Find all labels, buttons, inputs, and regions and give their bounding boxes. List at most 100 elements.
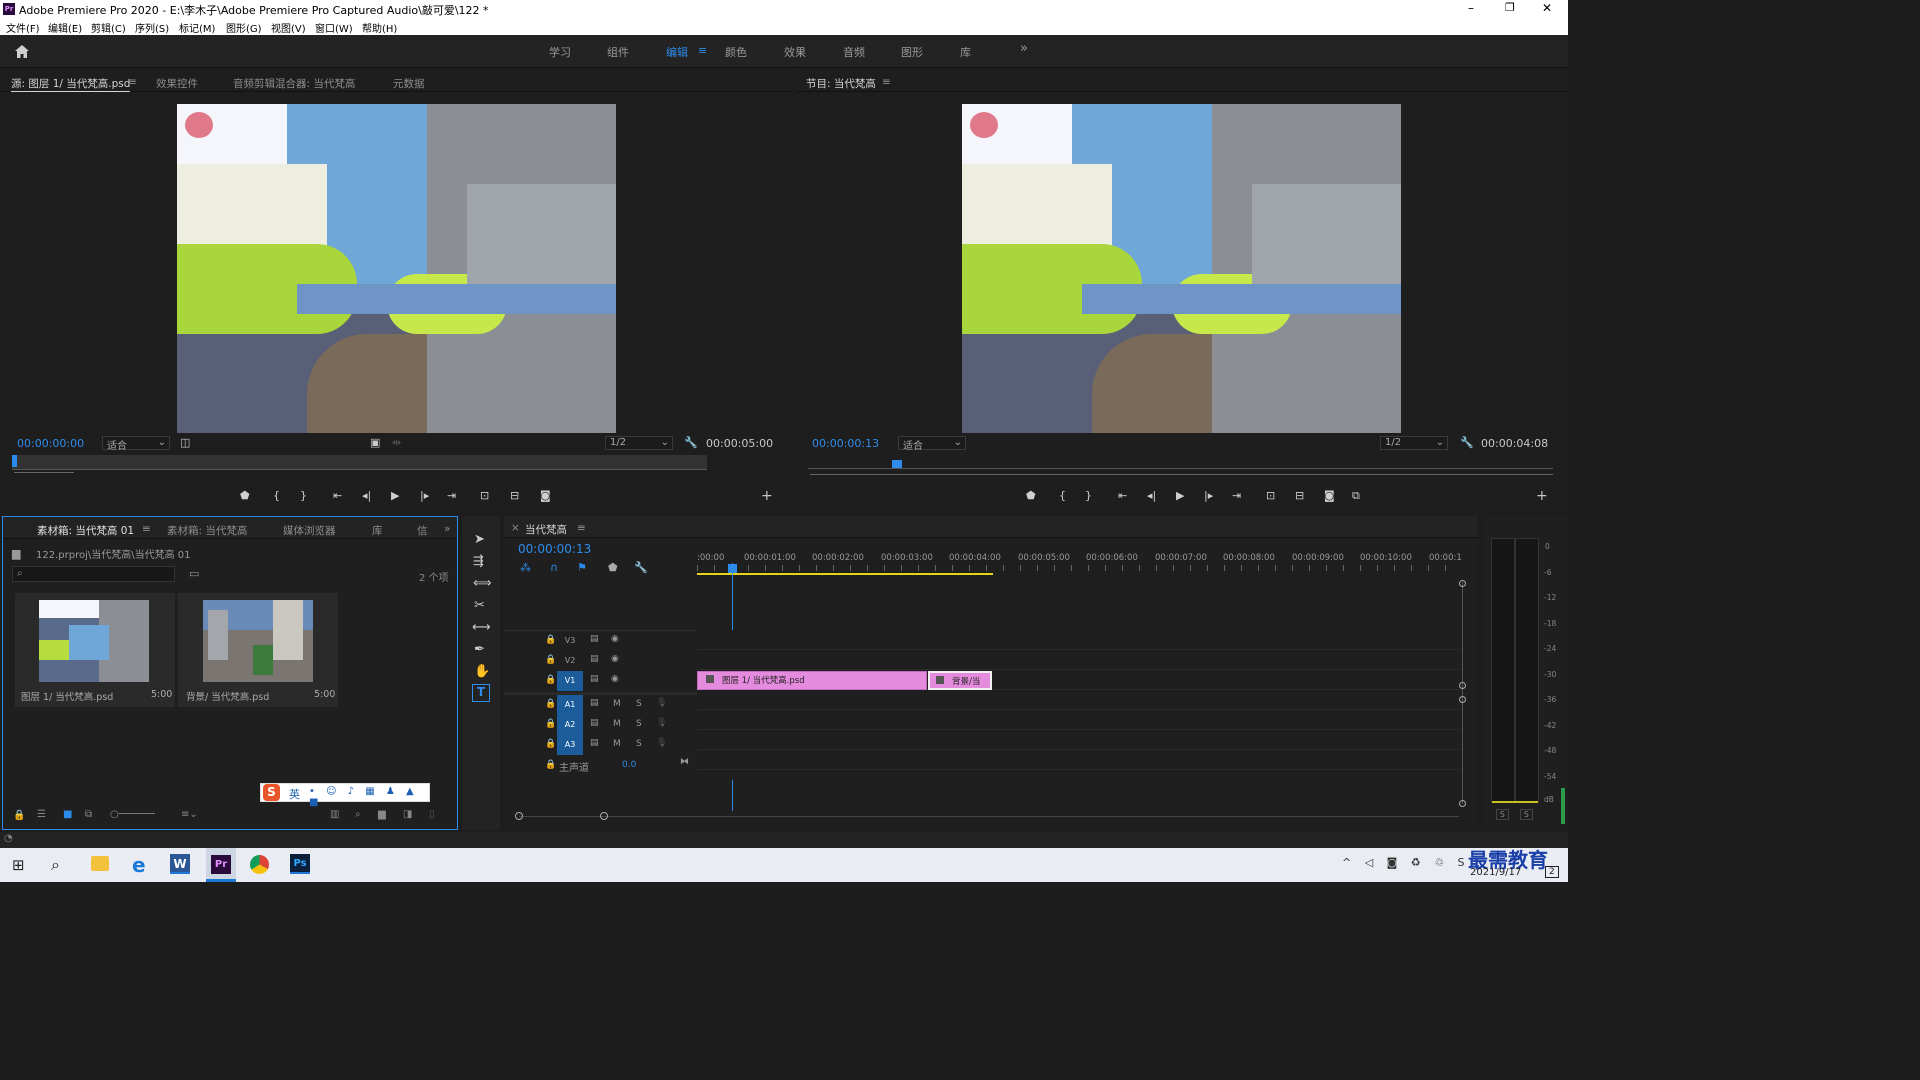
- tab-libraries[interactable]: 库: [372, 523, 383, 538]
- file-explorer-icon[interactable]: [91, 856, 109, 871]
- source-time-ruler[interactable]: [12, 455, 707, 470]
- step-back-icon[interactable]: ◂|: [362, 489, 371, 502]
- tab-sequence-menu-icon[interactable]: ≡: [577, 522, 586, 534]
- workspace-menu-icon[interactable]: ≡: [698, 44, 707, 57]
- menu-clip[interactable]: 剪辑(C): [91, 20, 126, 35]
- eye-icon[interactable]: ◉: [611, 634, 619, 644]
- icon-view-icon[interactable]: ■: [63, 809, 72, 820]
- close-button[interactable]: ✕: [1542, 1, 1552, 15]
- freeform-view-icon[interactable]: ⧉: [85, 809, 92, 820]
- scroll-handle[interactable]: [1459, 682, 1466, 689]
- tab-bin-01[interactable]: 素材箱: 当代梵高 01: [37, 523, 134, 538]
- timeline-clip[interactable]: 图层 1/ 当代梵高.psd: [697, 671, 927, 690]
- track-v3[interactable]: 🔒 V3 ▤ ◉: [504, 631, 696, 651]
- solo-button[interactable]: S: [636, 739, 642, 749]
- menu-file[interactable]: 文件(F): [6, 20, 40, 35]
- timeline-clip[interactable]: 背景/当: [928, 671, 992, 690]
- taskbar-date[interactable]: 2021/9/17: [1470, 867, 1521, 878]
- wrench-icon[interactable]: 🔧: [1460, 436, 1474, 449]
- mark-out-icon[interactable]: }: [1085, 489, 1092, 502]
- lock-icon[interactable]: 🔒: [545, 739, 556, 749]
- eye-icon[interactable]: ◉: [611, 654, 619, 664]
- tab-bin-menu-icon[interactable]: ≡: [142, 523, 151, 535]
- media-item[interactable]: 背景/ 当代梵高.psd 5:00: [178, 593, 338, 707]
- overwrite-icon[interactable]: ⊟: [510, 489, 519, 502]
- mark-in-icon[interactable]: {: [1059, 489, 1066, 502]
- track-label[interactable]: A3: [557, 735, 583, 755]
- track-label[interactable]: A1: [557, 695, 583, 715]
- lock-icon[interactable]: 🔒: [545, 655, 556, 665]
- program-zoom-scrollbar[interactable]: [810, 474, 1553, 482]
- scroll-handle[interactable]: [1459, 696, 1466, 703]
- scroll-handle[interactable]: [1459, 580, 1466, 587]
- mute-button[interactable]: M: [613, 719, 621, 729]
- program-fit-dropdown[interactable]: 适合 ⌄: [898, 436, 966, 452]
- bin-search-input[interactable]: ⌕: [12, 566, 175, 582]
- sync-icon[interactable]: ▤: [590, 718, 599, 728]
- workspace-more[interactable]: »: [1020, 41, 1028, 56]
- menu-view[interactable]: 视图(V): [271, 20, 306, 35]
- tab-source[interactable]: 源: 图层 1/ 当代梵高.psd: [11, 76, 131, 92]
- go-to-out-icon[interactable]: ⇥: [447, 489, 456, 502]
- tab-media-browser[interactable]: 媒体浏览器: [283, 523, 336, 538]
- lift-icon[interactable]: ⊡: [1266, 489, 1275, 502]
- program-playhead[interactable]: [892, 460, 902, 468]
- go-to-in-icon[interactable]: ⇤: [333, 489, 342, 502]
- sync-icon[interactable]: ▤: [590, 674, 599, 684]
- track-label[interactable]: A2: [557, 715, 583, 735]
- edge-icon[interactable]: e: [132, 853, 146, 877]
- tab-sequence[interactable]: 当代梵高: [525, 522, 567, 537]
- mute-button[interactable]: M: [613, 739, 621, 749]
- playhead-handle[interactable]: [728, 564, 737, 573]
- workspace-editing[interactable]: 编辑: [666, 44, 688, 60]
- mute-button[interactable]: M: [613, 699, 621, 709]
- menu-sequence[interactable]: 序列(S): [135, 20, 169, 35]
- meter-scrollbar[interactable]: [1561, 788, 1565, 824]
- insert-icon[interactable]: ⊡: [480, 489, 489, 502]
- source-fit-dropdown[interactable]: 适合 ⌄: [102, 436, 170, 452]
- ime-toolbar[interactable]: S 英 • ☺ ♪ ▦ ♟ ▲ ■: [260, 783, 430, 808]
- zoom-handle-right[interactable]: [600, 812, 608, 820]
- workspace-graphics[interactable]: 图形: [901, 44, 923, 60]
- source-settings-icon[interactable]: ◫: [180, 436, 190, 449]
- vertical-scrollbar[interactable]: [1462, 582, 1463, 804]
- lock-icon[interactable]: 🔒: [545, 675, 556, 685]
- work-area-bar[interactable]: [697, 573, 993, 575]
- track-a3[interactable]: 🔒 A3 ▤ M S 🎙: [504, 735, 696, 755]
- zoom-handle-left[interactable]: [515, 812, 523, 820]
- sync-icon[interactable]: ▤: [590, 698, 599, 708]
- minimize-button[interactable]: –: [1468, 1, 1474, 15]
- lock-icon[interactable]: 🔒: [545, 699, 556, 709]
- track-v1[interactable]: 🔒 V1 ▤ ◉: [504, 671, 696, 691]
- word-icon[interactable]: W: [170, 854, 190, 874]
- tab-bin[interactable]: 素材箱: 当代梵高: [167, 523, 247, 538]
- notification-badge[interactable]: 2: [1545, 866, 1559, 878]
- add-marker-icon[interactable]: ⬟: [240, 489, 250, 502]
- step-forward-icon[interactable]: |▸: [420, 489, 429, 502]
- workspace-assembly[interactable]: 组件: [607, 44, 629, 60]
- tab-source-menu-icon[interactable]: ≡: [128, 76, 137, 88]
- workspace-learn[interactable]: 学习: [549, 44, 571, 60]
- step-back-icon[interactable]: ◂|: [1147, 489, 1156, 502]
- master-pan-icon[interactable]: ⧓: [680, 757, 689, 767]
- export-frame-icon[interactable]: ◙: [540, 489, 551, 502]
- razor-tool-icon[interactable]: ✂: [474, 598, 485, 613]
- track-label[interactable]: V3: [557, 631, 583, 651]
- track-master[interactable]: 🔒 主声道 0.0 ⧓: [504, 756, 696, 776]
- source-playhead[interactable]: [12, 455, 17, 467]
- lock-icon[interactable]: 🔒: [545, 635, 556, 645]
- track-a1[interactable]: 🔒 A1 ▤ M S 🎙: [504, 695, 696, 715]
- menu-edit[interactable]: 编辑(E): [48, 20, 82, 35]
- mark-out-icon[interactable]: }: [300, 489, 307, 502]
- media-item[interactable]: 图层 1/ 当代梵高.psd 5:00: [15, 593, 175, 707]
- snap-icon[interactable]: ∩: [550, 561, 558, 574]
- selection-tool-icon[interactable]: ➤: [474, 532, 485, 547]
- lock-icon[interactable]: 🔒: [13, 810, 25, 821]
- mark-in-icon[interactable]: {: [273, 489, 280, 502]
- go-to-out-icon[interactable]: ⇥: [1232, 489, 1241, 502]
- tab-audio-clip-mixer[interactable]: 音频剪辑混合器: 当代梵高: [233, 76, 355, 91]
- sync-icon[interactable]: ▤: [590, 634, 599, 644]
- tab-program[interactable]: 节目: 当代梵高: [806, 76, 876, 91]
- play-icon[interactable]: ▶: [391, 489, 399, 502]
- track-label[interactable]: V2: [557, 651, 583, 671]
